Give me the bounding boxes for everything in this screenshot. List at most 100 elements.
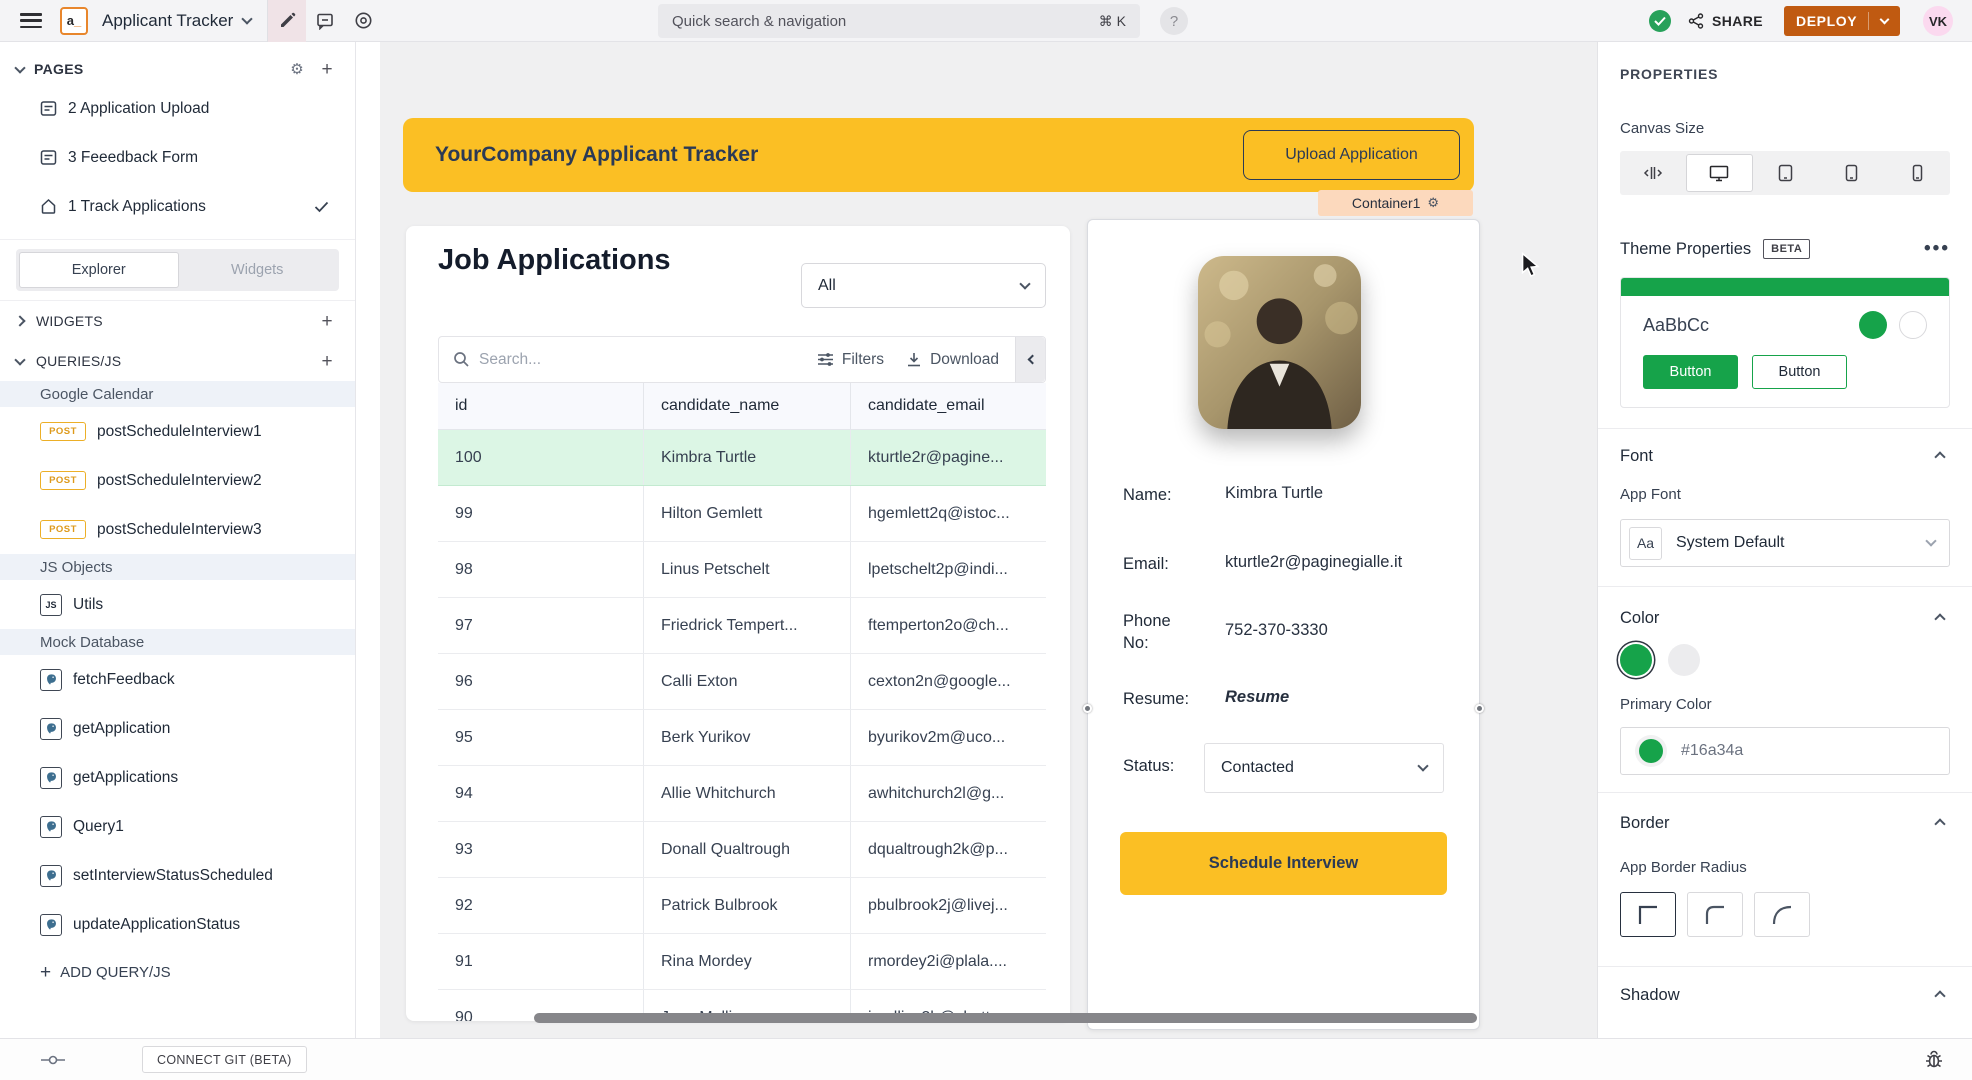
- pages-section-header[interactable]: PAGES ⚙ +: [0, 54, 355, 84]
- theme-more-menu-button[interactable]: •••: [1924, 244, 1950, 254]
- table-row[interactable]: 97Friedrick Tempert...ftemperton2o@ch...: [438, 598, 1046, 654]
- container-settings-gear-icon[interactable]: ⚙: [1427, 195, 1439, 211]
- table-row[interactable]: 95Berk Yurikovbyurikov2m@uco...: [438, 710, 1046, 766]
- shadow-section-header[interactable]: Shadow: [1620, 986, 1950, 1005]
- tab-widgets[interactable]: Widgets: [179, 252, 337, 288]
- queries-section-header[interactable]: QUERIES/JS +: [0, 341, 355, 381]
- comment-mode-button[interactable]: [306, 0, 344, 42]
- radius-large-button[interactable]: [1754, 892, 1810, 937]
- canvas-size-tablet-large-button[interactable]: [1753, 151, 1819, 195]
- sidebar-item-query[interactable]: POST postScheduleInterview1: [0, 407, 355, 456]
- group-google-calendar[interactable]: Google Calendar: [0, 381, 355, 407]
- status-select[interactable]: Contacted: [1204, 743, 1444, 793]
- quick-search-input[interactable]: [672, 13, 1099, 30]
- table-row[interactable]: 94Allie Whitchurchawhitchurch2l@g...: [438, 766, 1046, 822]
- canvas-size-desktop-button[interactable]: [1686, 154, 1754, 192]
- pages-settings-gear-icon[interactable]: ⚙: [287, 59, 307, 79]
- border-section-header[interactable]: Border: [1620, 814, 1950, 833]
- widgets-section-header[interactable]: WIDGETS +: [0, 301, 355, 341]
- add-page-button[interactable]: +: [317, 59, 337, 79]
- app-header-widget[interactable]: YourCompany Applicant Tracker Upload App…: [403, 118, 1474, 192]
- radius-medium-button[interactable]: [1687, 892, 1743, 937]
- table-row[interactable]: 100Kimbra Turtlekturtle2r@pagine...: [438, 430, 1046, 486]
- candidate-detail-container[interactable]: Name: Kimbra Turtle Email: kturtle2r@pag…: [1087, 219, 1480, 1030]
- app-title-chevron-down-icon[interactable]: [242, 13, 253, 24]
- widgets-chevron-right-icon[interactable]: [14, 315, 25, 326]
- column-header-candidate-email[interactable]: candidate_email: [851, 383, 1046, 429]
- resume-link[interactable]: Resume: [1225, 688, 1289, 710]
- sidebar-item-page-application-upload[interactable]: 2 Application Upload: [0, 84, 355, 133]
- sidebar-item-js-object[interactable]: JS Utils: [0, 580, 355, 629]
- table-row[interactable]: 93Donall Qualtroughdqualtrough2k@p...: [438, 822, 1046, 878]
- help-button[interactable]: ?: [1160, 7, 1188, 35]
- canvas-size-tablet-button[interactable]: [1819, 151, 1885, 195]
- queries-chevron-down-icon[interactable]: [14, 354, 25, 365]
- canvas-size-fluid-button[interactable]: [1620, 151, 1686, 195]
- horizontal-scrollbar[interactable]: [534, 1013, 1477, 1023]
- font-collapse-chevron-up-icon[interactable]: [1934, 451, 1945, 462]
- sidebar-item-query[interactable]: POST postScheduleInterview2: [0, 456, 355, 505]
- post-badge: POST: [40, 520, 86, 539]
- table-row[interactable]: 96Calli Extoncexton2n@google...: [438, 654, 1046, 710]
- table-search-input[interactable]: [479, 351, 679, 369]
- add-query-button[interactable]: +: [317, 351, 337, 371]
- app-font-select[interactable]: Aa System Default: [1620, 519, 1950, 567]
- pages-chevron-down-icon[interactable]: [14, 62, 25, 73]
- share-button[interactable]: SHARE: [1688, 0, 1763, 42]
- upload-application-button[interactable]: Upload Application: [1243, 130, 1460, 180]
- column-header-id[interactable]: id: [438, 383, 644, 429]
- group-js-objects[interactable]: JS Objects: [0, 554, 355, 580]
- table-row[interactable]: 99Hilton Gemletthgemlett2q@istoc...: [438, 486, 1046, 542]
- container-selection-badge[interactable]: Container1 ⚙: [1318, 190, 1473, 216]
- shadow-collapse-chevron-up-icon[interactable]: [1934, 990, 1945, 1001]
- sidebar-item-query[interactable]: getApplication: [0, 704, 355, 753]
- color-collapse-chevron-up-icon[interactable]: [1934, 613, 1945, 624]
- color-section-header[interactable]: Color: [1620, 609, 1950, 628]
- theme-preview-card[interactable]: AaBbCc Button Button: [1620, 277, 1950, 408]
- resize-handle-right[interactable]: [1475, 704, 1484, 713]
- add-widget-button[interactable]: +: [317, 311, 337, 331]
- filters-button[interactable]: Filters: [817, 351, 884, 369]
- preview-mode-button[interactable]: [344, 0, 382, 42]
- canvas-size-mobile-button[interactable]: [1884, 151, 1950, 195]
- add-query-js-button[interactable]: + ADD QUERY/JS: [0, 949, 355, 995]
- phone-field: Phone No: 752-370-3330: [1123, 610, 1461, 655]
- sidebar-item-query[interactable]: updateApplicationStatus: [0, 900, 355, 949]
- table-row[interactable]: 92Patrick Bulbrookpbulbrook2j@livej...: [438, 878, 1046, 934]
- collapse-pane-button[interactable]: [1015, 337, 1045, 382]
- email-link[interactable]: kturtle2r@paginegialle.it: [1225, 553, 1402, 575]
- sidebar-item-query[interactable]: Query1: [0, 802, 355, 851]
- group-mock-database[interactable]: Mock Database: [0, 629, 355, 655]
- schedule-interview-button[interactable]: Schedule Interview: [1120, 832, 1447, 895]
- sidebar-item-page-feedback-form[interactable]: 3 Feeedback Form: [0, 133, 355, 182]
- primary-color-swatch[interactable]: [1620, 644, 1652, 676]
- font-section-header[interactable]: Font: [1620, 447, 1950, 466]
- sidebar-item-query[interactable]: fetchFeedback: [0, 655, 355, 704]
- sidebar-item-query[interactable]: setInterviewStatusScheduled: [0, 851, 355, 900]
- app-title[interactable]: Applicant Tracker: [102, 11, 233, 31]
- table-row[interactable]: 98Linus Petscheltlpetschelt2p@indi...: [438, 542, 1046, 598]
- radius-none-button[interactable]: [1620, 892, 1676, 937]
- debug-bug-icon[interactable]: [1924, 1050, 1944, 1070]
- background-color-swatch[interactable]: [1668, 644, 1700, 676]
- column-header-candidate-name[interactable]: candidate_name: [644, 383, 851, 429]
- quick-search-bar[interactable]: ⌘ K: [658, 4, 1140, 38]
- hamburger-menu-icon[interactable]: [20, 13, 42, 28]
- resize-handle-left[interactable]: [1083, 704, 1092, 713]
- cell-name: Allie Whitchurch: [644, 766, 851, 821]
- table-row[interactable]: 91Rina Mordeyrmordey2i@plala....: [438, 934, 1046, 990]
- edit-mode-button[interactable]: [268, 0, 306, 42]
- primary-color-input[interactable]: #16a34a: [1620, 727, 1950, 775]
- download-button[interactable]: Download: [906, 351, 999, 369]
- sidebar-item-page-track-applications[interactable]: 1 Track Applications: [0, 182, 355, 231]
- sidebar-item-query[interactable]: POST postScheduleInterview3: [0, 505, 355, 554]
- divider: [1598, 966, 1972, 967]
- border-collapse-chevron-up-icon[interactable]: [1934, 818, 1945, 829]
- connect-git-button[interactable]: CONNECT GIT (BETA): [142, 1046, 307, 1073]
- deploy-chevron-down-icon[interactable]: [1880, 15, 1890, 25]
- deploy-button[interactable]: DEPLOY: [1784, 6, 1900, 36]
- sidebar-item-query[interactable]: getApplications: [0, 753, 355, 802]
- tab-explorer[interactable]: Explorer: [19, 252, 179, 288]
- status-filter-select[interactable]: All: [801, 263, 1046, 308]
- avatar[interactable]: VK: [1923, 6, 1953, 36]
